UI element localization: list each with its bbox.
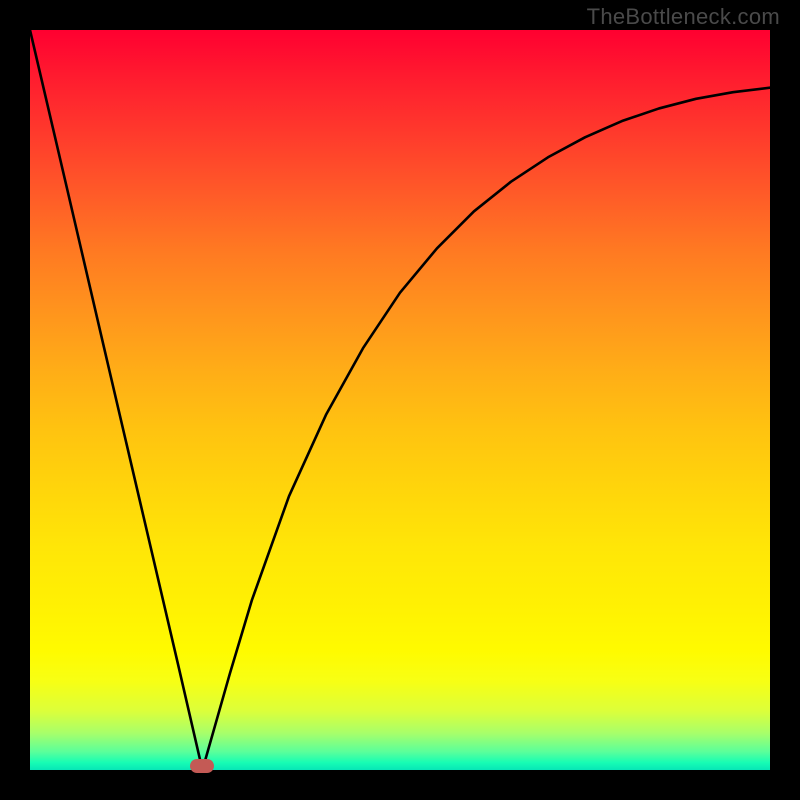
curve-svg <box>30 30 770 770</box>
optimal-point-marker <box>190 759 214 773</box>
watermark-text: TheBottleneck.com <box>587 4 780 30</box>
bottleneck-curve <box>30 30 770 770</box>
plot-area <box>30 30 770 770</box>
chart-container: TheBottleneck.com <box>0 0 800 800</box>
